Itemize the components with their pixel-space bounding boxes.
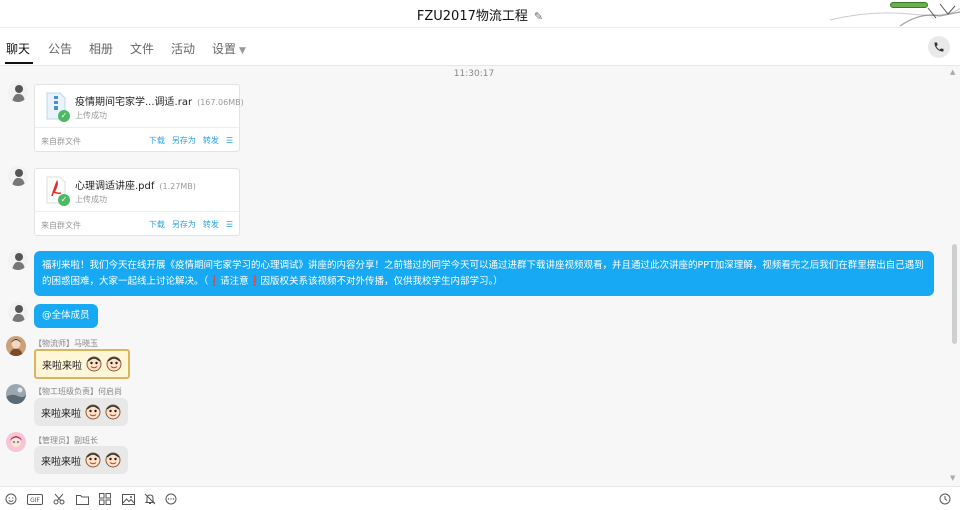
save-as-link[interactable]: 另存为 [172,135,196,146]
title-decoration [810,0,960,28]
message-text: 来啦来啦 [41,456,81,468]
avatar[interactable] [8,82,28,102]
sender-name: 【管理员】副班长 [34,436,98,445]
chat-area[interactable]: 11:30:17 ✓ 疫情期间宅家学...调适.rar (167.06MB) 上传… [0,66,948,486]
sender-name: 【物工班级负责】何启尚 [34,387,122,396]
scrollbar-thumb[interactable] [952,244,957,344]
chat-scrollbar[interactable]: ▲ ▼ [948,66,960,486]
window-title: FZU2017物流工程 [416,9,528,24]
message-text: 来啦来啦 [41,408,81,420]
download-link[interactable]: 下载 [149,135,165,146]
tab-announcements[interactable]: 公告 [48,40,72,57]
apps-icon[interactable] [98,492,112,506]
tab-chat[interactable]: 聊天 [6,40,30,57]
emoji-icon [105,404,121,420]
divider [35,127,239,128]
tab-settings[interactable]: 设置 ▼ [212,40,246,57]
mention-text: @全体成员 [42,310,90,321]
emoji-icon [85,452,101,468]
check-icon: ✓ [58,110,70,122]
chat-message-bubble[interactable]: 来啦来啦 [34,398,128,426]
chevron-down-icon: ▼ [239,46,246,56]
divider [35,211,239,212]
tab-settings-label: 设置 [212,42,237,56]
announcement-text-3: 因版权关系该视频不对外传播，仅供我校学生内部学习。） [260,275,503,287]
file-size: (167.06MB) [197,98,244,107]
check-icon: ✓ [58,194,70,206]
pdf-icon: ✓ [45,176,70,206]
avatar[interactable] [8,250,28,270]
chat-message-bubble[interactable]: 来啦来啦 [34,446,128,474]
emoji-icon [106,356,122,372]
file-status: 上传成功 [75,195,107,204]
tab-files[interactable]: 文件 [130,40,154,57]
avatar[interactable] [6,384,26,404]
forward-link[interactable]: 转发 [203,135,219,146]
active-tab-indicator [5,62,33,64]
file-name-text: 心理调适讲座.pdf [75,181,155,192]
file-name-text: 疫情期间宅家学...调适.rar [75,97,193,108]
pencil-icon[interactable]: ✎ [534,10,543,23]
file-status: 上传成功 [75,111,107,120]
emoji-icon [86,356,102,372]
smile-icon[interactable] [4,492,18,506]
emoji-icon [105,452,121,468]
file-actions: 下载 另存为 转发 ☰ [149,135,233,146]
file-card[interactable]: ✓ 疫情期间宅家学...调适.rar (167.06MB) 上传成功 来自群文件 … [34,84,244,152]
history-icon[interactable] [938,492,952,506]
svg-text:GIF: GIF [30,497,40,504]
phone-call-button[interactable] [928,36,950,58]
image-icon[interactable] [121,492,135,506]
menu-icon[interactable]: ☰ [226,220,233,229]
file-source: 来自群文件 [41,137,81,146]
scissors-icon[interactable] [52,492,66,506]
title-bar: FZU2017物流工程 ✎ [0,0,960,28]
file-name: 心理调适讲座.pdf (1.27MB) [75,177,196,192]
tab-activities[interactable]: 活动 [171,40,195,57]
warning-icon: ❗ [248,275,261,287]
chat-message-bubble[interactable]: 来啦来啦 [34,349,130,379]
avatar[interactable] [6,432,26,452]
input-toolbar: GIF [0,486,960,510]
file-name: 疫情期间宅家学...调适.rar (167.06MB) [75,93,244,108]
folder-icon[interactable] [75,492,89,506]
announcement-message[interactable]: 福利来啦！我们今天在线开展《疫情期间宅家学习的心理调试》讲座的内容分享！之前错过… [34,251,934,297]
file-actions: 下载 另存为 转发 ☰ [149,219,233,230]
save-as-link[interactable]: 另存为 [172,219,196,230]
tab-bar: 聊天 公告 相册 文件 活动 设置 ▼ [0,28,960,66]
file-card[interactable]: ✓ 心理调适讲座.pdf (1.27MB) 上传成功 来自群文件 下载 另存为 转… [34,168,240,236]
file-size: (1.27MB) [159,182,196,191]
avatar[interactable] [6,336,26,356]
announcement-text-2: 请注意 [220,275,249,287]
mention-message[interactable]: @全体成员 [34,304,98,328]
bell-icon[interactable] [143,492,157,506]
gif-icon[interactable]: GIF [27,492,43,506]
file-source: 来自群文件 [41,221,81,230]
phone-icon [934,42,944,52]
message-text: 来啦来啦 [42,360,82,372]
message-timestamp: 11:30:17 [453,69,495,79]
scroll-down-icon[interactable]: ▼ [950,474,955,482]
sender-name: 【物流师】马晓玉 [34,339,98,348]
warning-icon: ❗ [208,275,221,287]
emoji-icon [85,404,101,420]
menu-icon[interactable]: ☰ [226,136,233,145]
more-icon[interactable] [164,492,178,506]
archive-icon: ✓ [45,92,70,122]
battery-icon [890,2,928,8]
avatar[interactable] [8,302,28,322]
forward-link[interactable]: 转发 [203,219,219,230]
avatar[interactable] [8,166,28,186]
tab-album[interactable]: 相册 [89,40,113,57]
scroll-up-icon[interactable]: ▲ [950,68,955,76]
download-link[interactable]: 下载 [149,219,165,230]
